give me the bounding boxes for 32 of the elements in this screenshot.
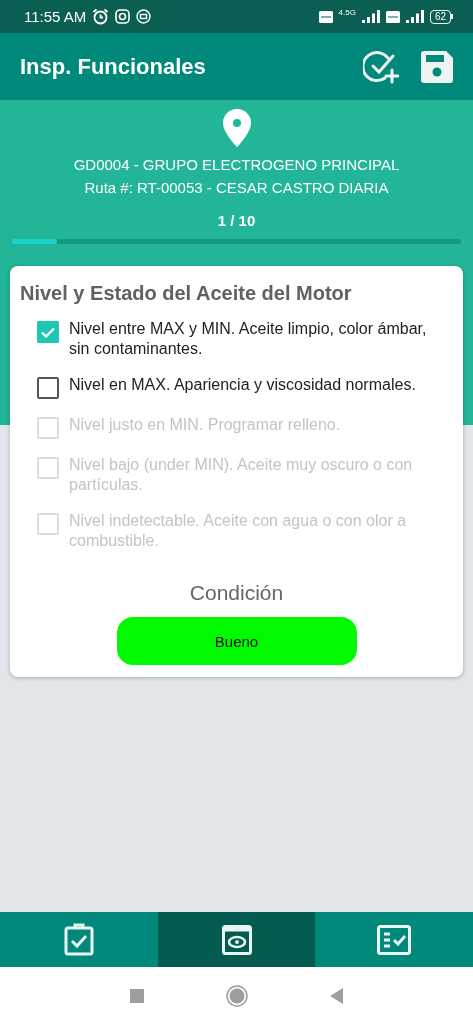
option-label: Nivel justo en MIN. Programar relleno. (69, 415, 341, 435)
checklist-icon (377, 924, 412, 955)
location-pin-icon (222, 109, 251, 147)
home-nav-icon[interactable] (226, 984, 248, 1007)
check-add-icon[interactable] (363, 49, 399, 84)
equipment-name: GD0004 - GRUPO ELECTROGENO PRINCIPAL (73, 155, 400, 175)
condition-button[interactable]: Bueno (116, 617, 357, 665)
signal-icon (405, 10, 424, 23)
notification-icon (136, 9, 152, 24)
clipboard-check-icon (63, 923, 94, 956)
network-type: 4.5G (338, 8, 356, 17)
save-icon[interactable] (421, 50, 453, 83)
question-title: Nivel y Estado del Aceite del Motor (20, 282, 353, 305)
status-time: 11:55 AM (24, 8, 87, 25)
checkbox[interactable] (37, 321, 59, 343)
bottom-tab[interactable] (157, 912, 316, 967)
camera-app-icon (115, 9, 131, 24)
option-label: Nivel en MAX. Apariencia y viscosidad normales. (69, 375, 416, 395)
option-label: Nivel bajo (under MIN). Aceite muy oscuro o con partículas. (69, 455, 414, 495)
option-label: Nivel entre MAX y MIN. Aceite limpio, color ámbar, sin contaminantes. (69, 319, 428, 359)
question-counter: 1 / 10 (217, 212, 256, 229)
eye-window-icon (221, 924, 252, 955)
app-title: Insp. Funcionales (20, 53, 207, 80)
back-nav-icon[interactable] (330, 987, 343, 1004)
condition-label: Condición (189, 581, 284, 605)
alarm-icon (92, 8, 110, 25)
signal-icon (361, 10, 380, 23)
checkbox[interactable] (37, 377, 59, 399)
check-icon (41, 326, 55, 338)
square-nav-icon[interactable] (130, 988, 144, 1003)
route-name: Ruta #: RT-00053 - CESAR CASTRO DIARIA (84, 178, 389, 198)
option-label: Nivel indetectable. Aceite con agua o con olor a combustible. (69, 511, 408, 551)
